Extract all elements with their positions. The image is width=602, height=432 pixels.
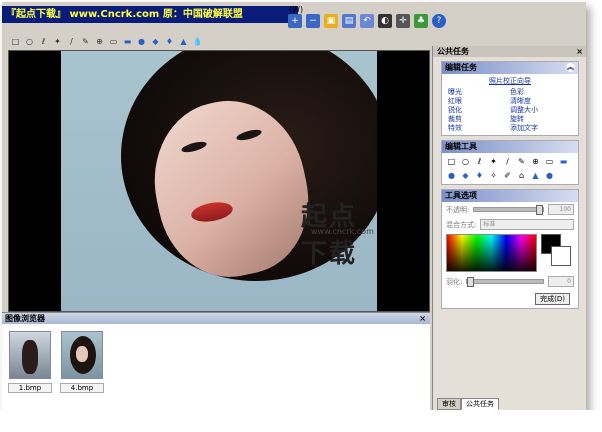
- link-rotate[interactable]: 旋转: [510, 115, 572, 124]
- feather-value[interactable]: 0: [548, 276, 574, 287]
- tool-options-section: 工具选项 不透明: 100 混合方式: 标准 羽化: 0 完成(D): [441, 189, 579, 309]
- tool-options-header[interactable]: 工具选项: [442, 190, 578, 202]
- brush-icon[interactable]: /: [502, 156, 513, 167]
- blend-label: 混合方式:: [446, 220, 477, 229]
- text-icon[interactable]: ◆: [460, 170, 471, 181]
- smudge-icon[interactable]: ✧: [488, 170, 499, 181]
- fill-icon[interactable]: ●: [136, 36, 147, 47]
- link-red-eye[interactable]: 红眼: [448, 97, 510, 106]
- select-ellipse-icon[interactable]: ○: [460, 156, 471, 167]
- close-icon[interactable]: ×: [576, 46, 583, 57]
- select-rect-icon[interactable]: □: [446, 156, 457, 167]
- chevron-up-icon[interactable]: ︽: [566, 63, 575, 72]
- image-browser: 图像浏览器 × 1.bmp 4.bmp: [2, 312, 430, 412]
- done-button[interactable]: 完成(D): [535, 293, 570, 305]
- clone-icon[interactable]: ⊕: [94, 36, 105, 47]
- magic-wand-icon[interactable]: ✦: [52, 36, 63, 47]
- tools-toolbar: □ ○ ℓ ✦ / ✎ ⊕ ▭ ▬ ● ◆ ♦ ▲ 💧: [10, 34, 430, 48]
- close-icon[interactable]: ×: [419, 313, 426, 324]
- blur-icon[interactable]: ♦: [164, 36, 175, 47]
- thumbnail-image: [9, 331, 51, 379]
- pencil-icon[interactable]: ✎: [80, 36, 91, 47]
- tab-review[interactable]: 审核: [437, 398, 461, 410]
- edit-tasks-section: 编辑任务 ︽ 照片校正向导 曝光 色彩 红眼 清晰度 锐化 调整大小 裁剪 旋转…: [441, 61, 579, 136]
- link-clarity[interactable]: 清晰度: [510, 97, 572, 106]
- opacity-value[interactable]: 100: [548, 204, 574, 215]
- link-crop[interactable]: 裁剪: [448, 115, 510, 124]
- blend-mode-select[interactable]: 标准: [480, 219, 574, 230]
- menu-item-window[interactable]: (W): [289, 5, 303, 14]
- eraser-icon[interactable]: ▭: [108, 36, 119, 47]
- link-resize[interactable]: 调整大小: [510, 106, 572, 115]
- app-window: 『起点下载』 www.Cncrk.com 原：中国破解联盟 (W) + − ▣ …: [2, 2, 586, 412]
- color-picker: [442, 232, 578, 274]
- dodge-icon[interactable]: 💧: [192, 36, 203, 47]
- select-ellipse-icon[interactable]: ○: [24, 36, 35, 47]
- color-swatches: [541, 234, 574, 270]
- image-icon[interactable]: ▣: [324, 14, 338, 28]
- background-color-swatch[interactable]: [551, 246, 572, 266]
- main-toolbar: + − ▣ ▤ ↶ ◐ ✛ ♣ ?: [288, 14, 446, 32]
- link-exposure[interactable]: 曝光: [448, 88, 510, 97]
- layers-icon[interactable]: ▤: [342, 14, 356, 28]
- opacity-label: 不透明:: [446, 205, 470, 214]
- select-rect-icon[interactable]: □: [10, 36, 21, 47]
- edit-tools-header[interactable]: 编辑工具: [442, 141, 578, 153]
- edit-tools-section: 编辑工具 □ ○ ℓ ✦ / ✎ ⊕ ▭ ▬ ● ◆ ♦ ✧ ✐ ⌂ ▲ ●: [441, 140, 579, 185]
- crosshair-icon[interactable]: ✛: [396, 14, 410, 28]
- thumbnail-label: 1.bmp: [8, 383, 52, 393]
- panel-title: 公共任务 ×: [433, 46, 586, 57]
- clone-icon[interactable]: ⊕: [530, 156, 541, 167]
- text-icon[interactable]: ◆: [150, 36, 161, 47]
- pencil-icon[interactable]: ✎: [516, 156, 527, 167]
- zoom-in-icon[interactable]: +: [288, 14, 302, 28]
- panel-tabs: 审核 公共任务: [437, 398, 499, 410]
- feather-label: 羽化:: [446, 277, 463, 286]
- feather-slider[interactable]: [466, 277, 544, 287]
- shape-icon[interactable]: ▬: [122, 36, 133, 47]
- contrast-icon[interactable]: ◐: [378, 14, 392, 28]
- eraser-icon[interactable]: ▭: [544, 156, 555, 167]
- color-spectrum[interactable]: [446, 234, 538, 272]
- download-site-banner: 『起点下载』 www.Cncrk.com 原：中国破解联盟: [2, 6, 298, 23]
- link-add-text[interactable]: 添加文字: [510, 124, 572, 133]
- stamp-icon[interactable]: ⌂: [516, 170, 527, 181]
- thumbnail-image: [61, 331, 103, 379]
- blur-icon[interactable]: ♦: [474, 170, 485, 181]
- dropper-icon[interactable]: ✐: [502, 170, 513, 181]
- edit-tasks-header[interactable]: 编辑任务 ︽: [442, 62, 578, 74]
- link-color[interactable]: 色彩: [510, 88, 572, 97]
- thumbnail-item[interactable]: 1.bmp: [8, 331, 52, 397]
- shape-icon[interactable]: ▬: [558, 156, 569, 167]
- watermark-url: www.cncrk.com: [311, 227, 374, 236]
- sharpen-icon[interactable]: ▲: [178, 36, 189, 47]
- sticker-icon[interactable]: ♣: [414, 14, 428, 28]
- brush-icon[interactable]: /: [66, 36, 77, 47]
- help-icon[interactable]: ?: [432, 14, 446, 28]
- lasso-icon[interactable]: ℓ: [38, 36, 49, 47]
- fill-icon[interactable]: ●: [446, 170, 457, 181]
- undo-icon[interactable]: ↶: [360, 14, 374, 28]
- zoom-out-icon[interactable]: −: [306, 14, 320, 28]
- link-effects[interactable]: 特效: [448, 124, 510, 133]
- dodge-icon[interactable]: ●: [544, 170, 555, 181]
- thumbnail-item[interactable]: 4.bmp: [60, 331, 104, 397]
- tab-common-tasks[interactable]: 公共任务: [461, 398, 499, 410]
- magic-wand-icon[interactable]: ✦: [488, 156, 499, 167]
- opacity-slider[interactable]: [473, 205, 544, 215]
- image-browser-title: 图像浏览器 ×: [2, 313, 430, 324]
- thumbnail-label: 4.bmp: [60, 383, 104, 393]
- lasso-icon[interactable]: ℓ: [474, 156, 485, 167]
- common-tasks-panel: 公共任务 × 编辑任务 ︽ 照片校正向导 曝光 色彩 红眼 清晰度 锐化 调整大…: [432, 46, 586, 412]
- link-sharpen[interactable]: 锐化: [448, 106, 510, 115]
- portrait-photo: 起点下载 www.cncrk.com: [61, 51, 377, 311]
- photo-fix-wizard-link[interactable]: 照片校正向导: [442, 76, 578, 86]
- sharpen-icon[interactable]: ▲: [530, 170, 541, 181]
- image-canvas[interactable]: 起点下载 www.cncrk.com: [8, 50, 430, 312]
